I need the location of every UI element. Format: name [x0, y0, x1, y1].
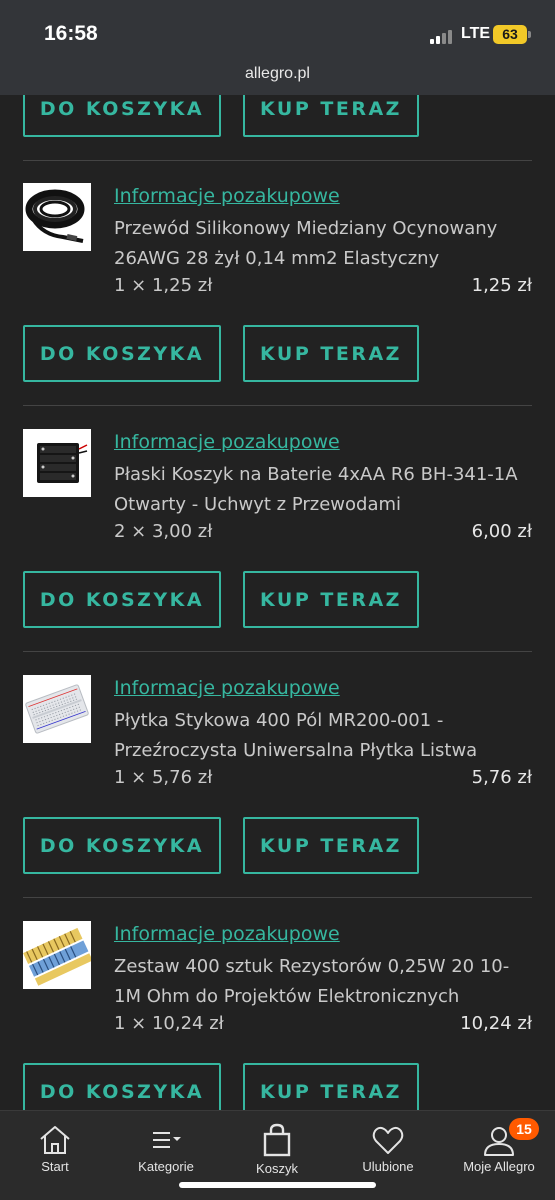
nav-start[interactable]: Start — [5, 1111, 105, 1200]
add-to-cart-button[interactable]: DO KOSZYKA — [23, 817, 221, 874]
item-actions: DO KOSZYKA KUP TERAZ — [23, 1063, 423, 1110]
quantity-price: 1 × 5,76 zł — [114, 767, 213, 788]
buy-now-button[interactable]: KUP TERAZ — [243, 95, 419, 137]
quantity-price: 2 × 3,00 zł — [114, 521, 213, 542]
product-image-battery-holder[interactable] — [23, 429, 91, 497]
item-total: 1,25 zł — [471, 275, 532, 296]
battery-icon: 63 — [493, 25, 527, 44]
battery-tip — [528, 31, 531, 38]
item-actions: DO KOSZYKA KUP TERAZ — [23, 817, 423, 874]
nav-label: Moje Allegro — [463, 1159, 535, 1174]
nav-label: Start — [41, 1159, 69, 1174]
nav-label: Koszyk — [256, 1161, 298, 1176]
clock: 16:58 — [44, 22, 98, 45]
quantity-price: 1 × 10,24 zł — [114, 1013, 224, 1034]
buy-now-button[interactable]: KUP TERAZ — [243, 817, 419, 874]
item-actions: DO KOSZYKA KUP TERAZ — [23, 95, 423, 137]
order-item: Informacje pozakupowe Zestaw 400 sztuk R… — [0, 898, 555, 1110]
product-image-resistors[interactable] — [23, 921, 91, 989]
item-actions: DO KOSZYKA KUP TERAZ — [23, 325, 423, 382]
product-title[interactable]: Zestaw 400 sztuk Rezystorów 0,25W 20 10-… — [114, 952, 524, 1012]
nav-label: Kategorie — [138, 1159, 194, 1174]
after-sales-info-link[interactable]: Informacje pozakupowe — [114, 431, 340, 453]
heart-icon — [372, 1126, 404, 1154]
order-item: Informacje pozakupowe Przewód Silikonowy… — [0, 160, 555, 406]
buy-now-button[interactable]: KUP TERAZ — [243, 571, 419, 628]
buy-now-button[interactable]: KUP TERAZ — [243, 1063, 419, 1110]
product-title[interactable]: Przewód Silikonowy Miedziany Ocynowany 2… — [114, 214, 524, 274]
product-title[interactable]: Płaski Koszyk na Baterie 4xAA R6 BH-341-… — [114, 460, 524, 520]
after-sales-info-link[interactable]: Informacje pozakupowe — [114, 923, 340, 945]
add-to-cart-button[interactable]: DO KOSZYKA — [23, 1063, 221, 1110]
quantity-price: 1 × 1,25 zł — [114, 275, 213, 296]
item-total: 10,24 zł — [460, 1013, 532, 1034]
item-total: 6,00 zł — [471, 521, 532, 542]
product-image-cable[interactable] — [23, 183, 91, 251]
item-total: 5,76 zł — [471, 767, 532, 788]
notification-badge: 15 — [509, 1118, 539, 1140]
status-bar: 16:58 LTE 63 allegro.pl — [0, 0, 555, 95]
product-image-breadboard[interactable] — [23, 675, 91, 743]
home-indicator — [179, 1182, 376, 1188]
shopping-bag-icon — [263, 1123, 291, 1157]
nav-label: Ulubione — [362, 1159, 414, 1174]
address-bar[interactable]: allegro.pl — [0, 65, 555, 83]
add-to-cart-button[interactable]: DO KOSZYKA — [23, 95, 221, 137]
nav-my-allegro[interactable]: 15 Moje Allegro — [449, 1111, 549, 1200]
network-label: LTE — [461, 25, 491, 42]
home-icon — [40, 1126, 70, 1154]
after-sales-info-link[interactable]: Informacje pozakupowe — [114, 185, 340, 207]
product-title[interactable]: Płytka Stykowa 400 Pól MR200-001 - Przeź… — [114, 706, 524, 766]
order-item: Informacje pozakupowe Płytka Stykowa 400… — [0, 652, 555, 898]
menu-icon — [153, 1132, 181, 1148]
order-item: Informacje pozakupowe Płaski Koszyk na B… — [0, 406, 555, 652]
add-to-cart-button[interactable]: DO KOSZYKA — [23, 325, 221, 382]
cart-content[interactable]: DO KOSZYKA KUP TERAZ Informacje pozakupo… — [0, 95, 555, 1110]
signal-icon — [430, 28, 456, 44]
item-actions: DO KOSZYKA KUP TERAZ — [23, 571, 423, 628]
buy-now-button[interactable]: KUP TERAZ — [243, 325, 419, 382]
after-sales-info-link[interactable]: Informacje pozakupowe — [114, 677, 340, 699]
add-to-cart-button[interactable]: DO KOSZYKA — [23, 571, 221, 628]
